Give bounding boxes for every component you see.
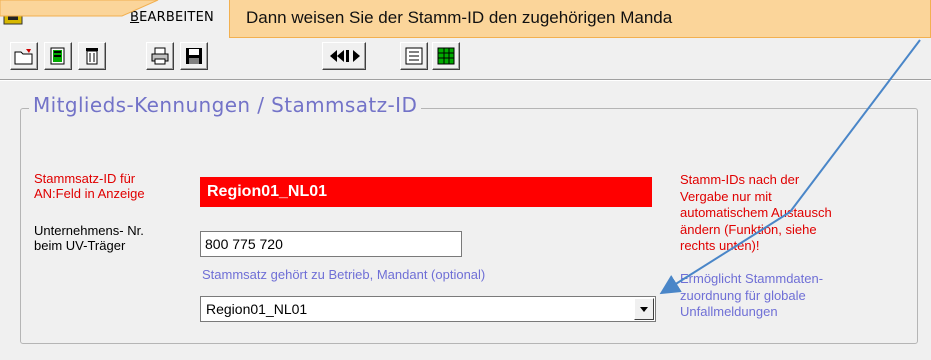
stamm-id-warning-note: Stamm-IDs nach der Vergabe nur mit autom… bbox=[680, 172, 832, 253]
stammsatz-id-field[interactable]: Region01_NL01 bbox=[200, 177, 652, 207]
betrieb-mandant-label: Stammsatz gehört zu Betrieb, Mandant (op… bbox=[202, 267, 486, 282]
stammsatz-id-label: Stammsatz-ID für AN:Feld in Anzeige bbox=[34, 171, 145, 201]
list-view-icon bbox=[405, 47, 423, 65]
grid-view-button[interactable] bbox=[432, 42, 460, 70]
chevron-down-icon bbox=[640, 307, 648, 312]
toolbar bbox=[0, 38, 931, 76]
tutorial-callout: Dann weisen Sie der Stamm-ID den zugehör… bbox=[229, 0, 931, 38]
unternehmen-nr-label: Unternehmens- Nr. beim UV-Träger bbox=[34, 223, 144, 253]
list-view-button[interactable] bbox=[400, 42, 428, 70]
print-icon bbox=[151, 47, 169, 65]
combo-value: Region01_NL01 bbox=[206, 301, 308, 317]
callout-text: Dann weisen Sie der Stamm-ID den zugehör… bbox=[246, 8, 673, 27]
save-button[interactable] bbox=[180, 42, 208, 70]
trash-icon bbox=[86, 48, 98, 65]
unternehmen-nr-field[interactable]: 800 775 720 bbox=[200, 231, 462, 257]
callout-left-tab bbox=[0, 0, 159, 17]
delete-button[interactable] bbox=[78, 42, 106, 70]
betrieb-mandant-select[interactable]: Region01_NL01 bbox=[200, 296, 656, 322]
toolbar-divider bbox=[0, 79, 931, 81]
open-folder-icon bbox=[14, 49, 33, 65]
print-button[interactable] bbox=[146, 42, 174, 70]
new-document-button[interactable] bbox=[44, 42, 72, 70]
open-button[interactable] bbox=[10, 42, 38, 70]
navigate-button[interactable] bbox=[322, 42, 366, 70]
document-icon bbox=[50, 47, 65, 65]
group-title: Mitglieds-Kennungen / Stammsatz-ID bbox=[29, 93, 422, 117]
navigate-prev-next-icon bbox=[330, 50, 360, 62]
grid-view-icon bbox=[437, 47, 455, 65]
save-icon bbox=[186, 48, 202, 64]
dropdown-button[interactable] bbox=[634, 298, 654, 320]
global-accident-note: Ermöglicht Stammdaten- zuordnung für glo… bbox=[680, 271, 824, 319]
